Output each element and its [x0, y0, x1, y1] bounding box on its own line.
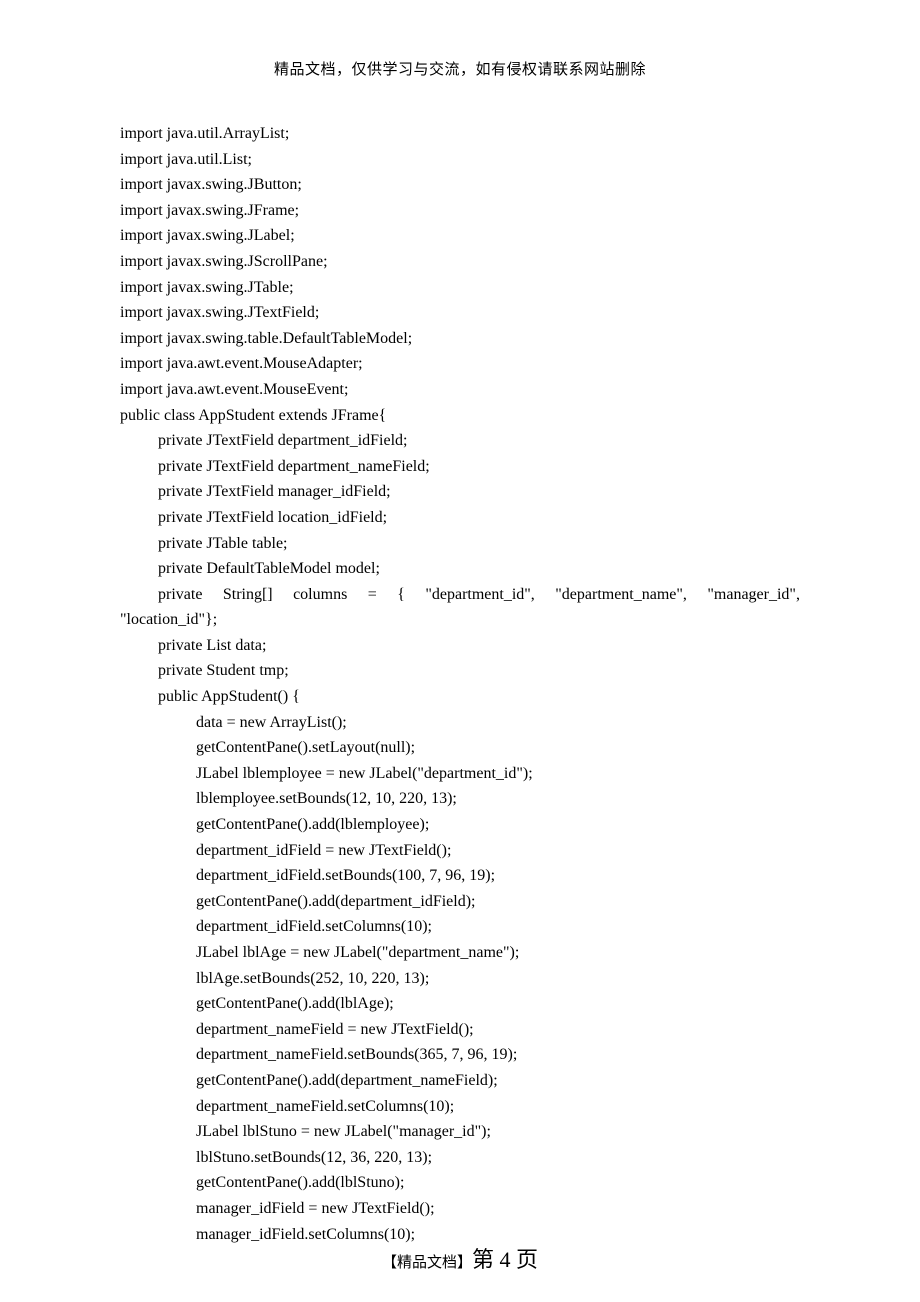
code-token: = — [368, 582, 377, 608]
code-line: getContentPane().add(lblAge); — [196, 991, 800, 1017]
code-line: getContentPane().setLayout(null); — [196, 735, 800, 761]
code-line: private JTextField department_idField; — [158, 428, 800, 454]
code-line: data = new ArrayList(); — [196, 710, 800, 736]
code-token: { — [397, 582, 405, 608]
code-line: private JTable table; — [158, 531, 800, 557]
code-line: import javax.swing.JTextField; — [120, 300, 800, 326]
code-line: JLabel lblemployee = new JLabel("departm… — [196, 761, 800, 787]
code-line: import java.util.ArrayList; — [120, 121, 800, 147]
code-line: private DefaultTableModel model; — [158, 556, 800, 582]
code-token: columns — [293, 582, 347, 608]
code-line: getContentPane().add(department_idField)… — [196, 889, 800, 915]
code-line: import javax.swing.JFrame; — [120, 198, 800, 224]
code-token: "manager_id", — [707, 582, 800, 608]
code-line: JLabel lblAge = new JLabel("department_n… — [196, 940, 800, 966]
code-line: public AppStudent() { — [158, 684, 800, 710]
code-line: import java.awt.event.MouseEvent; — [120, 377, 800, 403]
code-token: "department_id", — [425, 582, 534, 608]
code-line: import javax.swing.JScrollPane; — [120, 249, 800, 275]
code-token: "department_name", — [555, 582, 687, 608]
code-line: department_nameField = new JTextField(); — [196, 1017, 800, 1043]
code-line: department_nameField.setBounds(365, 7, 9… — [196, 1042, 800, 1068]
code-line: getContentPane().add(lblemployee); — [196, 812, 800, 838]
code-line: lblStuno.setBounds(12, 36, 220, 13); — [196, 1145, 800, 1171]
code-token: String[] — [223, 582, 273, 608]
code-line: private Student tmp; — [158, 658, 800, 684]
code-line: lblAge.setBounds(252, 10, 220, 13); — [196, 966, 800, 992]
code-line: manager_idField = new JTextField(); — [196, 1196, 800, 1222]
code-line: "location_id"}; — [120, 607, 800, 633]
code-line: private JTextField location_idField; — [158, 505, 800, 531]
document-page: 精品文档，仅供学习与交流，如有侵权请联系网站删除 import java.uti… — [0, 0, 920, 1302]
code-line: getContentPane().add(department_nameFiel… — [196, 1068, 800, 1094]
code-line: lblemployee.setBounds(12, 10, 220, 13); — [196, 786, 800, 812]
document-body: import java.util.ArrayList; import java.… — [120, 121, 800, 1247]
code-line: import javax.swing.JButton; — [120, 172, 800, 198]
code-line: department_idField.setBounds(100, 7, 96,… — [196, 863, 800, 889]
code-line: public class AppStudent extends JFrame{ — [120, 403, 800, 429]
footer-page-number: 第 4 页 — [472, 1247, 538, 1272]
code-line: import javax.swing.JLabel; — [120, 223, 800, 249]
page-footer: 【精品文档】第 4 页 — [0, 1242, 920, 1274]
code-line: import javax.swing.JTable; — [120, 275, 800, 301]
code-line: import java.awt.event.MouseAdapter; — [120, 351, 800, 377]
code-line: department_idField.setColumns(10); — [196, 914, 800, 940]
code-line: getContentPane().add(lblStuno); — [196, 1170, 800, 1196]
code-line: private List data; — [158, 633, 800, 659]
code-line: private JTextField department_nameField; — [158, 454, 800, 480]
code-line: department_nameField.setColumns(10); — [196, 1094, 800, 1120]
code-line: private String[] columns = { "department… — [158, 582, 800, 608]
code-line: JLabel lblStuno = new JLabel("manager_id… — [196, 1119, 800, 1145]
code-token: private — [158, 582, 202, 608]
code-line: import javax.swing.table.DefaultTableMod… — [120, 326, 800, 352]
code-line: import java.util.List; — [120, 147, 800, 173]
footer-prefix: 【精品文档】 — [382, 1255, 472, 1271]
page-header: 精品文档，仅供学习与交流，如有侵权请联系网站删除 — [120, 58, 800, 79]
code-line: private JTextField manager_idField; — [158, 479, 800, 505]
code-line: department_idField = new JTextField(); — [196, 838, 800, 864]
